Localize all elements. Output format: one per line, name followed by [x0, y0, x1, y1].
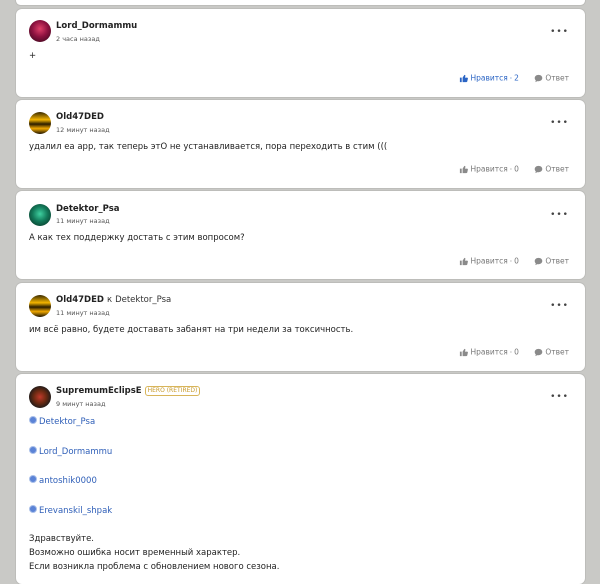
like-label: Нравится [470, 256, 508, 266]
comment-time: 11 минут назад [56, 217, 110, 225]
more-dots-icon[interactable]: ••• [550, 211, 569, 220]
mention-link[interactable]: Erevanskil_shpak [29, 505, 112, 516]
mention-dot-icon [29, 446, 37, 454]
reply-to-prefix: к [106, 295, 113, 305]
thumb-up-icon [460, 257, 469, 265]
like-count: 0 [514, 164, 519, 174]
mention-dot-icon [29, 475, 37, 483]
mention-link[interactable]: Lord_Dormammu [29, 446, 112, 457]
comment-text: удалил ea app, так теперь этО не устанав… [29, 142, 388, 152]
more-dots-icon[interactable]: ••• [550, 28, 569, 37]
hero-badge: HERO (RETIRED) [144, 386, 201, 396]
speech-bubble-icon [535, 74, 543, 82]
speech-bubble-icon [535, 165, 543, 173]
mention-link[interactable]: Detektor_Psa [29, 416, 95, 427]
avatar[interactable] [29, 204, 51, 226]
reply-label: Ответ [545, 73, 569, 83]
more-dots-icon[interactable]: ••• [550, 393, 569, 402]
mention-dot-icon [29, 505, 37, 513]
previous-card-edge [16, 0, 585, 5]
reply-button[interactable]: Ответ [534, 73, 569, 83]
comment-time: 2 часа назад [56, 35, 100, 43]
avatar[interactable] [29, 112, 51, 134]
comment-actions: Нравится · 0 Ответ [459, 256, 569, 266]
comment-text: А как тех поддержку достать с этим вопро… [29, 233, 245, 243]
thumb-up-icon [460, 74, 469, 82]
comment-author: Old47DED к Detektor_Psa [56, 295, 171, 305]
author-name[interactable]: Old47DED [56, 295, 104, 305]
reply-button[interactable]: Ответ [534, 164, 569, 174]
comment-card: Detektor_Psa 11 минут назад ••• А как те… [16, 191, 585, 279]
comment-text-line: Здравствуйте. [29, 534, 95, 544]
like-button[interactable]: Нравится · 0 [459, 164, 521, 174]
like-label: Нравится [470, 164, 508, 174]
comment-actions: Нравится · 0 Ответ [459, 164, 569, 174]
reply-label: Ответ [545, 347, 569, 357]
comment-author[interactable]: Detektor_Psa [56, 204, 120, 214]
mention-dot-icon [29, 416, 37, 424]
like-count: 0 [514, 347, 519, 357]
reply-to-user[interactable]: Detektor_Psa [115, 295, 171, 305]
more-dots-icon[interactable]: ••• [550, 302, 569, 311]
reply-button[interactable]: Ответ [534, 347, 569, 357]
like-button[interactable]: Нравится · 0 [459, 347, 521, 357]
comment-card: Old47DED к Detektor_Psa 11 минут назад •… [16, 283, 585, 371]
comment-text: им всё равно, будете доставать забанят н… [29, 325, 354, 335]
mention-link[interactable]: antoshik0000 [29, 475, 97, 486]
speech-bubble-icon [535, 257, 543, 265]
reply-button[interactable]: Ответ [534, 256, 569, 266]
speech-bubble-icon [535, 348, 543, 356]
like-button[interactable]: Нравится · 2 [459, 73, 521, 83]
comment-time: 9 минут назад [56, 400, 106, 408]
like-count: 0 [514, 256, 519, 266]
avatar[interactable] [29, 20, 51, 42]
avatar[interactable] [29, 386, 51, 408]
comment-author: SupremumEclipsE HERO (RETIRED) [56, 386, 201, 396]
like-button[interactable]: Нравится · 0 [459, 256, 521, 266]
like-label: Нравится [470, 73, 508, 83]
comment-card: Lord_Dormammu 2 часа назад ••• + Нравитс… [16, 9, 585, 97]
comment-actions: Нравится · 2 Ответ [459, 73, 569, 83]
avatar[interactable] [29, 295, 51, 317]
comment-time: 11 минут назад [56, 309, 110, 317]
like-count: 2 [514, 73, 519, 83]
more-dots-icon[interactable]: ••• [550, 119, 569, 128]
comment-text: + [29, 51, 37, 61]
comment-author[interactable]: Lord_Dormammu [56, 21, 137, 31]
comment-actions: Нравится · 0 Ответ [459, 347, 569, 357]
comment-card: SupremumEclipsE HERO (RETIRED) 9 минут на… [16, 374, 585, 584]
like-label: Нравится [470, 347, 508, 357]
reply-label: Ответ [545, 256, 569, 266]
reply-label: Ответ [545, 164, 569, 174]
comment-time: 12 минут назад [56, 126, 110, 134]
comment-card: Old47DED 12 минут назад ••• удалил ea ap… [16, 100, 585, 188]
comment-text-line: Возможно ошибка носит временный характер… [29, 548, 241, 558]
comment-text-line: Если возникла проблема с обновлением нов… [29, 562, 280, 572]
thumb-up-icon [460, 348, 469, 356]
author-name[interactable]: SupremumEclipsE [56, 386, 142, 396]
thumb-up-icon [460, 165, 469, 173]
comment-author[interactable]: Old47DED [56, 112, 104, 122]
